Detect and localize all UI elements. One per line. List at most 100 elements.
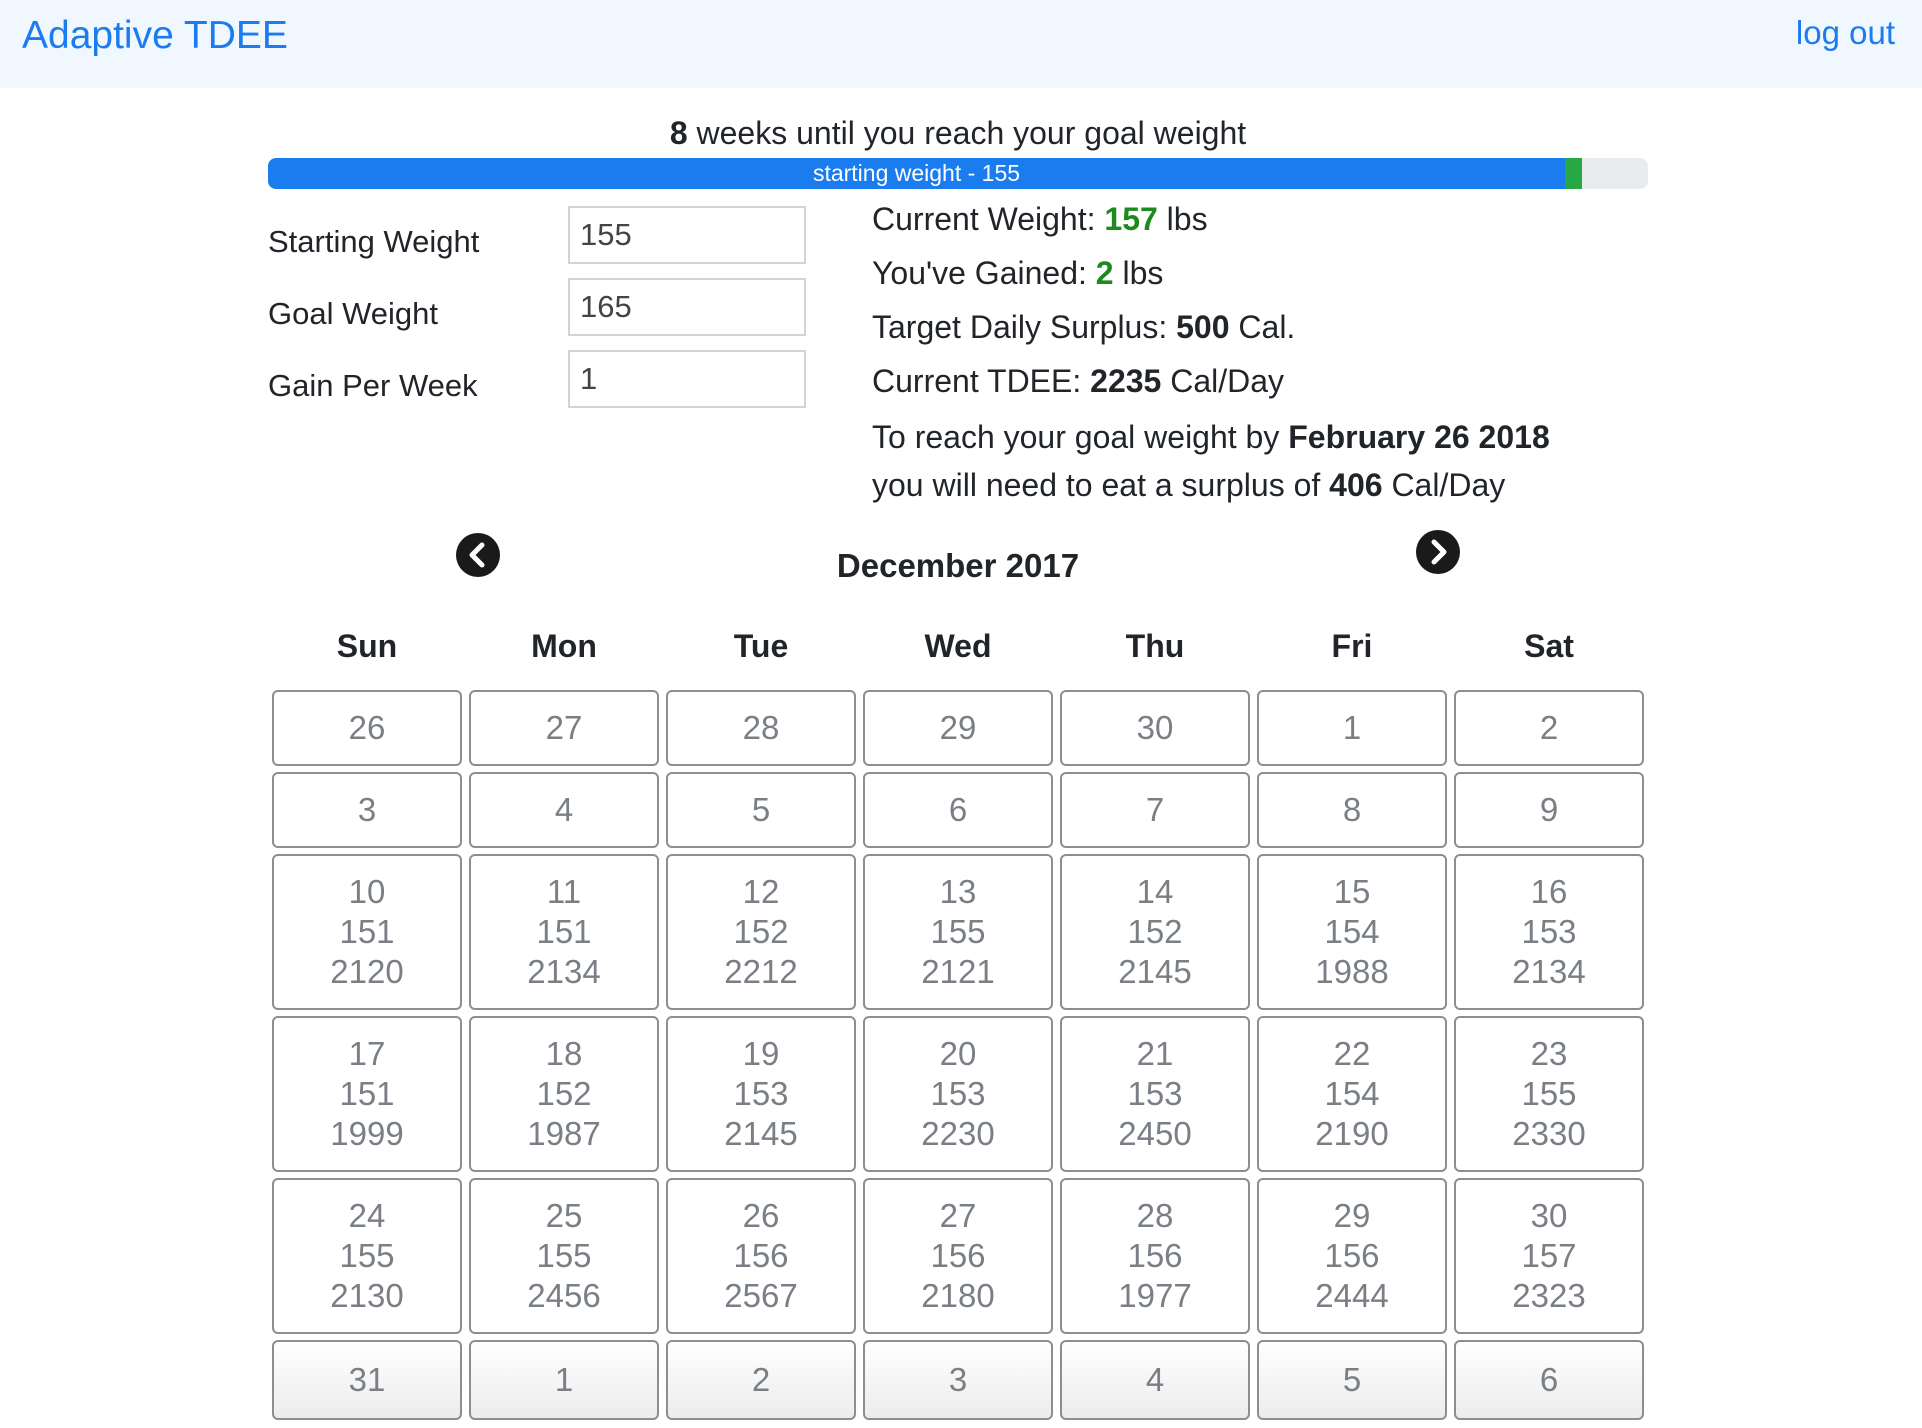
- calendar-day[interactable]: 1: [1257, 690, 1447, 766]
- day-number: 21: [1136, 1035, 1174, 1072]
- current-tdee-stat: Current TDEE: 2235 Cal/Day: [872, 361, 1284, 401]
- calendar-day[interactable]: 9: [1454, 772, 1644, 848]
- gained-label: You've Gained:: [872, 255, 1096, 291]
- starting-weight-input[interactable]: [568, 206, 806, 264]
- calendar-day[interactable]: 12 152 2212: [666, 854, 856, 1010]
- day-number: 9: [1539, 791, 1559, 828]
- calendar-day[interactable]: 26: [272, 690, 462, 766]
- day-calories: 2230: [921, 1115, 995, 1152]
- day-weight: 157: [1521, 1237, 1577, 1274]
- day-number: 30: [1530, 1197, 1568, 1234]
- calendar-day[interactable]: 19 153 2145: [666, 1016, 856, 1172]
- weekday-header: Tue: [733, 628, 789, 664]
- logout-link[interactable]: log out: [1796, 16, 1895, 49]
- goal-date-value: February 26 2018: [1288, 419, 1550, 455]
- top-navbar: Adaptive TDEE log out: [0, 0, 1922, 88]
- calendar-day[interactable]: 29: [863, 690, 1053, 766]
- day-weight: 156: [1324, 1237, 1380, 1274]
- calendar-day[interactable]: 21 153 2450: [1060, 1016, 1250, 1172]
- day-number: 26: [348, 709, 386, 746]
- day-number: 1: [1342, 709, 1362, 746]
- day-weight: 155: [339, 1237, 395, 1274]
- calendar-day[interactable]: 1: [469, 1340, 659, 1420]
- brand-link[interactable]: Adaptive TDEE: [22, 16, 288, 55]
- day-number: 1: [554, 1361, 574, 1398]
- day-number: 29: [1333, 1197, 1371, 1234]
- day-number: 26: [742, 1197, 780, 1234]
- calendar-day[interactable]: 5: [666, 772, 856, 848]
- calendar-day[interactable]: 30: [1060, 690, 1250, 766]
- weekday-header: Mon: [531, 628, 597, 664]
- calendar-day[interactable]: 20 153 2230: [863, 1016, 1053, 1172]
- day-calories: 1988: [1315, 953, 1389, 990]
- calendar-day[interactable]: 3: [272, 772, 462, 848]
- calendar-day[interactable]: 13 155 2121: [863, 854, 1053, 1010]
- day-calories: 1999: [330, 1115, 404, 1152]
- day-calories: 1987: [527, 1115, 601, 1152]
- day-calories: 2134: [1512, 953, 1586, 990]
- calendar-day[interactable]: 25 155 2456: [469, 1178, 659, 1334]
- calendar-day[interactable]: 18 152 1987: [469, 1016, 659, 1172]
- calendar-day[interactable]: 5: [1257, 1340, 1447, 1420]
- calendar-day[interactable]: 15 154 1988: [1257, 854, 1447, 1010]
- day-calories: 2456: [527, 1277, 601, 1314]
- calendar-day[interactable]: 17 151 1999: [272, 1016, 462, 1172]
- day-number: 3: [948, 1361, 968, 1398]
- day-weight: 155: [930, 913, 986, 950]
- calendar-day[interactable]: 30 157 2323: [1454, 1178, 1644, 1334]
- day-calories: 2567: [724, 1277, 798, 1314]
- calendar-day[interactable]: 3: [863, 1340, 1053, 1420]
- weekday-header: Fri: [1331, 628, 1373, 664]
- calendar-day[interactable]: 11 151 2134: [469, 854, 659, 1010]
- calendar-day[interactable]: 4: [1060, 1340, 1250, 1420]
- calendar-day[interactable]: 6: [863, 772, 1053, 848]
- day-number: 15: [1333, 873, 1371, 910]
- gain-per-week-input[interactable]: [568, 350, 806, 408]
- target-surplus-stat: Target Daily Surplus: 500 Cal.: [872, 307, 1295, 347]
- calendar-day[interactable]: 23 155 2330: [1454, 1016, 1644, 1172]
- calendar-day[interactable]: 7: [1060, 772, 1250, 848]
- calendar-day[interactable]: 2: [1454, 690, 1644, 766]
- calendar-day[interactable]: 22 154 2190: [1257, 1016, 1447, 1172]
- day-number: 5: [751, 791, 771, 828]
- surplus-unit: Cal.: [1229, 309, 1296, 345]
- day-calories: 2121: [921, 953, 995, 990]
- day-number: 31: [348, 1361, 386, 1398]
- calendar-day[interactable]: 10 151 2120: [272, 854, 462, 1010]
- calendar-day[interactable]: 8: [1257, 772, 1447, 848]
- progress-bar-gain: [1565, 158, 1582, 189]
- calendar-day[interactable]: 29 156 2444: [1257, 1178, 1447, 1334]
- calendar-day[interactable]: 24 155 2130: [272, 1178, 462, 1334]
- calendar-day[interactable]: 14 152 2145: [1060, 854, 1250, 1010]
- day-number: 2: [751, 1361, 771, 1398]
- calendar-day[interactable]: 31: [272, 1340, 462, 1420]
- day-number: 4: [1145, 1361, 1165, 1398]
- day-calories: 2180: [921, 1277, 995, 1314]
- day-weight: 152: [733, 913, 789, 950]
- day-number: 20: [939, 1035, 977, 1072]
- calendar-day[interactable]: 28 156 1977: [1060, 1178, 1250, 1334]
- goal-weight-input[interactable]: [568, 278, 806, 336]
- day-number: 24: [348, 1197, 386, 1234]
- day-calories: 2130: [330, 1277, 404, 1314]
- day-number: 4: [554, 791, 574, 828]
- calendar-day[interactable]: 26 156 2567: [666, 1178, 856, 1334]
- surplus-label: Target Daily Surplus:: [872, 309, 1177, 345]
- tdee-label: Current TDEE:: [872, 363, 1091, 399]
- weekday-header: Wed: [924, 628, 992, 664]
- calendar-day[interactable]: 27: [469, 690, 659, 766]
- day-number: 22: [1333, 1035, 1371, 1072]
- day-weight: 154: [1324, 1075, 1380, 1112]
- calendar-day[interactable]: 6: [1454, 1340, 1644, 1420]
- calendar-day[interactable]: 16 153 2134: [1454, 854, 1644, 1010]
- day-number: 6: [1539, 1361, 1559, 1398]
- day-weight: 153: [733, 1075, 789, 1112]
- calendar-day[interactable]: 4: [469, 772, 659, 848]
- calendar-day[interactable]: 27 156 2180: [863, 1178, 1053, 1334]
- goal-surplus-unit: Cal/Day: [1382, 467, 1506, 503]
- calendar-day[interactable]: 2: [666, 1340, 856, 1420]
- weekday-header: Sat: [1524, 628, 1574, 664]
- gained-stat: You've Gained: 2 lbs: [872, 253, 1163, 293]
- day-number: 17: [348, 1035, 386, 1072]
- calendar-day[interactable]: 28: [666, 690, 856, 766]
